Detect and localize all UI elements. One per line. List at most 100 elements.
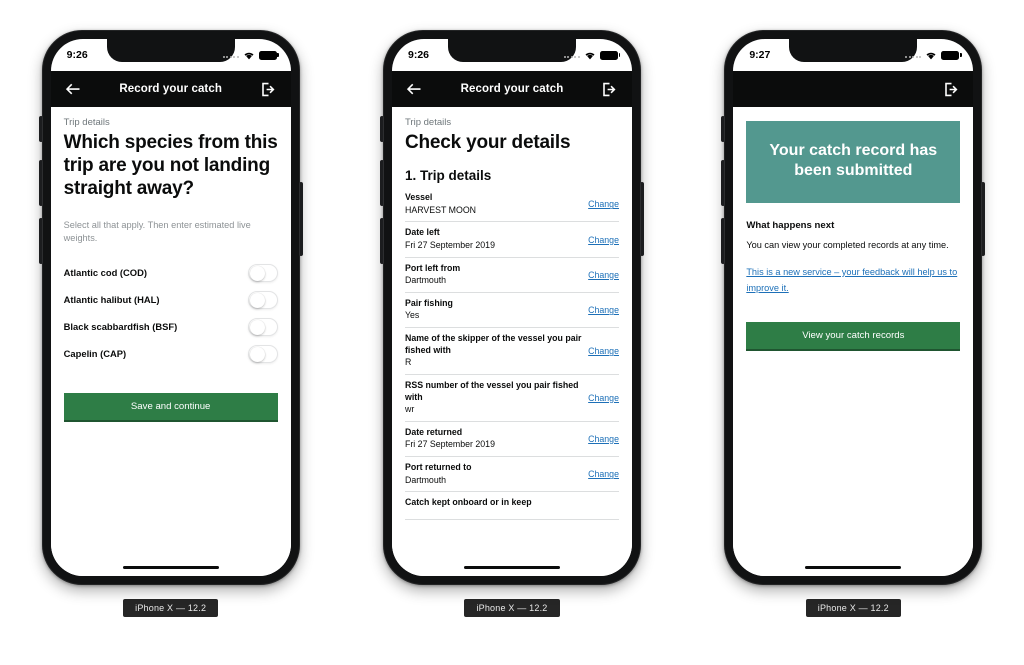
summary-value: Fri 27 September 2019 — [404, 439, 495, 450]
change-link[interactable]: Change — [588, 305, 619, 315]
status-time-1: 9:26 — [66, 49, 88, 61]
power-button-2[interactable] — [639, 182, 644, 256]
home-indicator-1[interactable] — [122, 565, 219, 569]
device-label-2: iPhone X — 12.2 — [464, 599, 560, 617]
summary-key: RSS number of the vessel you pair fished… — [404, 380, 579, 402]
screen3-body: Your catch record has been submitted Wha… — [733, 107, 974, 576]
summary-row: Name of the skipper of the vessel you pa… — [404, 328, 619, 376]
app-title-2: Record your catch — [460, 83, 564, 95]
summary-key: Catch kept onboard or in keep — [404, 497, 532, 508]
summary-row: Vessel HARVEST MOON Change — [404, 190, 619, 223]
signal-dots-icon-3 — [905, 52, 922, 58]
device-frame-1: 9:26 Record your catch Trip details Whic… — [26, 30, 316, 617]
change-link[interactable]: Change — [588, 199, 619, 209]
toggle-knob-icon — [249, 319, 265, 335]
volume-down-button-1[interactable] — [38, 218, 43, 264]
volume-down-button-3[interactable] — [721, 218, 726, 264]
power-button-1[interactable] — [298, 182, 303, 256]
silent-switch-1[interactable] — [38, 116, 43, 142]
summary-value: Dartmouth — [404, 275, 447, 286]
back-arrow-icon-2[interactable] — [404, 79, 424, 99]
view-catch-records-button[interactable]: View your catch records — [746, 321, 961, 351]
feedback-link[interactable]: This is a new service – your feedback wi… — [746, 264, 960, 296]
screen1-caption: Trip details — [63, 117, 110, 128]
species-toggle[interactable] — [247, 290, 278, 309]
device-label-3: iPhone X — 12.2 — [805, 599, 901, 617]
screen2-body: Trip details Check your details 1. Trip … — [391, 107, 632, 576]
summary-row: Port returned to Dartmouth Change — [404, 457, 619, 493]
wifi-icon-2 — [584, 51, 596, 60]
status-time-3: 9:27 — [749, 49, 771, 61]
status-bar-2: 9:26 — [392, 39, 632, 71]
change-link[interactable]: Change — [588, 393, 619, 403]
summary-value: Fri 27 September 2019 — [404, 239, 495, 250]
battery-icon-1 — [258, 50, 280, 60]
what-happens-next-paragraph: You can view your completed records at a… — [746, 240, 949, 250]
summary-row: Port left from Dartmouth Change — [404, 258, 619, 294]
change-link[interactable]: Change — [588, 235, 619, 245]
species-row[interactable]: Black scabbardfish (BSF) — [64, 313, 278, 340]
app-title-1: Record your catch — [119, 83, 222, 95]
summary-row: Date left Fri 27 September 2019 Change — [404, 222, 619, 258]
volume-down-button-2[interactable] — [379, 218, 384, 264]
species-label: Atlantic cod (COD) — [63, 267, 147, 279]
species-label: Capelin (CAP) — [63, 348, 127, 360]
species-row[interactable]: Atlantic halibut (HAL) — [64, 286, 278, 313]
status-bar-3: 9:27 — [733, 39, 973, 71]
app-header-3 — [733, 71, 974, 107]
species-row[interactable]: Atlantic cod (COD) — [64, 259, 278, 286]
screen1-heading: Which species from this trip are you not… — [63, 132, 278, 200]
status-bar-1: 9:26 — [51, 39, 291, 71]
signal-dots-icon-2 — [563, 52, 580, 58]
device-label-1: iPhone X — 12.2 — [123, 599, 219, 617]
species-toggle[interactable] — [247, 344, 278, 363]
device-frame-3: 9:27 Your catch record has been submitte… — [708, 30, 998, 617]
silent-switch-2[interactable] — [379, 116, 384, 142]
summary-key: Date returned — [404, 426, 463, 437]
silent-switch-3[interactable] — [721, 116, 726, 142]
power-button-3[interactable] — [981, 182, 986, 256]
back-arrow-icon-1[interactable] — [63, 79, 83, 99]
volume-up-button-3[interactable] — [721, 160, 726, 206]
battery-icon-3 — [941, 50, 962, 60]
status-time-2: 9:26 — [407, 49, 429, 61]
home-indicator-2[interactable] — [463, 565, 560, 569]
battery-icon-2 — [599, 50, 621, 60]
species-toggle[interactable] — [247, 263, 278, 282]
change-link[interactable]: Change — [588, 469, 619, 479]
summary-value: R — [404, 357, 412, 368]
app-header-2: Record your catch — [391, 71, 632, 107]
sign-out-icon-1[interactable] — [259, 79, 279, 99]
phone-shell-2: 9:26 Record your catch Trip details Chec… — [379, 30, 644, 585]
summary-row: Date returned Fri 27 September 2019 Chan… — [404, 422, 619, 458]
volume-up-button-2[interactable] — [379, 160, 384, 206]
summary-key: Pair fishing — [404, 298, 453, 309]
app-header-1: Record your catch — [50, 71, 291, 107]
phone-shell-1: 9:26 Record your catch Trip details Whic… — [38, 30, 303, 585]
summary-key: Name of the skipper of the vessel you pa… — [404, 333, 582, 355]
screen2-caption: Trip details — [404, 117, 452, 128]
home-indicator-3[interactable] — [805, 565, 902, 569]
phone-shell-3: 9:27 Your catch record has been submitte… — [721, 30, 986, 585]
species-label: Black scabbardfish (BSF) — [63, 321, 178, 333]
species-row[interactable]: Capelin (CAP) — [64, 340, 278, 367]
summary-row: Catch kept onboard or in keep — [404, 492, 619, 521]
save-and-continue-button[interactable]: Save and continue — [63, 393, 278, 423]
species-toggle[interactable] — [247, 317, 278, 336]
screen1-body: Trip details Which species from this tri… — [50, 107, 291, 576]
device-screen-2: 9:26 Record your catch Trip details Chec… — [391, 39, 632, 576]
summary-row: RSS number of the vessel you pair fished… — [404, 375, 619, 422]
change-link[interactable]: Change — [588, 346, 619, 356]
screen2-section-title: 1. Trip details — [404, 168, 492, 184]
sign-out-icon-3[interactable] — [941, 79, 961, 99]
wifi-icon-1 — [243, 51, 255, 60]
summary-value: Dartmouth — [404, 474, 447, 485]
confirmation-text: Your catch record has been submitted — [769, 142, 938, 179]
sign-out-icon-2[interactable] — [600, 79, 620, 99]
change-link[interactable]: Change — [588, 434, 619, 444]
volume-up-button-1[interactable] — [38, 160, 43, 206]
device-screen-3: 9:27 Your catch record has been submitte… — [733, 39, 974, 576]
wifi-icon-3 — [925, 51, 937, 60]
summary-key: Port left from — [404, 262, 461, 273]
change-link[interactable]: Change — [588, 270, 619, 280]
